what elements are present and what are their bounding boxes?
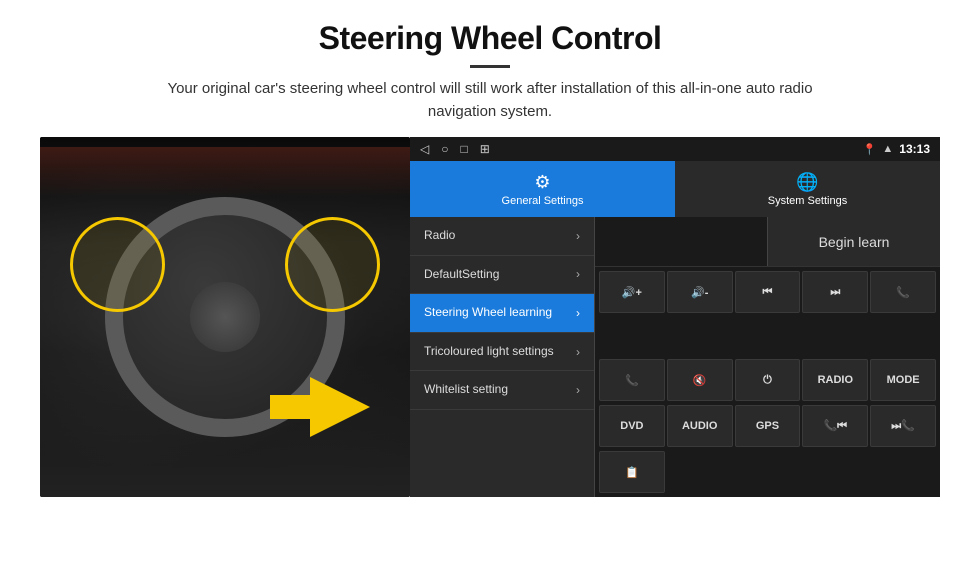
vol-down-icon: 🔊- [691, 286, 708, 299]
arrow-head [310, 377, 370, 437]
mode-button[interactable]: MODE [870, 359, 936, 401]
call-button[interactable]: 📞 [599, 359, 665, 401]
chevron-icon: › [576, 383, 580, 397]
power-button[interactable]: ⏻ [735, 359, 801, 401]
power-icon: ⏻ [763, 374, 772, 387]
menu-item-radio[interactable]: Radio › [410, 217, 594, 256]
recents-nav-icon[interactable]: □ [460, 142, 467, 156]
steering-wheel-hub [190, 282, 260, 352]
skipforward-phone-icon: ⏭📞 [891, 419, 915, 433]
vol-up-button[interactable]: 🔊+ [599, 271, 665, 313]
page-subtitle: Your original car's steering wheel contr… [150, 78, 830, 123]
menu-item-steering-wheel[interactable]: Steering Wheel learning › [410, 294, 594, 333]
phone-skipback-icon: 📞⏮ [823, 419, 847, 433]
dvd-label: DVD [620, 420, 643, 432]
gps-button[interactable]: GPS [735, 405, 801, 447]
car-image [40, 137, 410, 497]
menu-item-whitelist[interactable]: Whitelist setting › [410, 371, 594, 410]
tab-system-settings[interactable]: 🌐 System Settings [675, 161, 940, 217]
menu-item-whitelist-label: Whitelist setting [424, 382, 508, 398]
vol-up-icon: 🔊+ [622, 286, 642, 299]
android-ui: ◁ ○ □ ⊞ 📍 ▲ 13:13 ⚙ General Settings [410, 137, 940, 497]
general-settings-icon: ⚙ [534, 172, 550, 193]
skipforward-phone-button[interactable]: ⏭📞 [870, 405, 936, 447]
page-title: Steering Wheel Control [40, 20, 940, 57]
buttons-grid-row1: 🔊+ 🔊- ⏮ ⏭ 📞 [595, 267, 940, 359]
call-icon: 📞 [625, 374, 639, 387]
radio-button[interactable]: RADIO [802, 359, 868, 401]
title-divider [470, 65, 510, 68]
content-area: ◁ ○ □ ⊞ 📍 ▲ 13:13 ⚙ General Settings [40, 137, 940, 497]
system-settings-icon: 🌐 [796, 172, 818, 193]
list-button[interactable]: 📋 [599, 451, 665, 493]
chevron-icon: › [576, 306, 580, 320]
chevron-icon: › [576, 345, 580, 359]
menu-nav-icon[interactable]: ⊞ [480, 142, 490, 156]
mode-label: MODE [887, 374, 920, 386]
menu-item-tricoloured-label: Tricoloured light settings [424, 344, 554, 360]
highlight-circle-right [285, 217, 380, 312]
location-icon: 📍 [863, 143, 877, 156]
phone-icon: 📞 [896, 286, 910, 299]
skip-back-icon: ⏮ [763, 286, 773, 299]
signal-icon: ▲ [882, 143, 893, 155]
controls-top-row: Begin learn [595, 217, 940, 267]
status-time: 13:13 [899, 142, 930, 156]
gps-label: GPS [756, 420, 779, 432]
main-content: Radio › DefaultSetting › Steering Wheel … [410, 217, 940, 497]
general-settings-label: General Settings [502, 195, 584, 207]
title-section: Steering Wheel Control Your original car… [40, 20, 940, 123]
radio-label: RADIO [818, 374, 853, 386]
audio-button[interactable]: AUDIO [667, 405, 733, 447]
arrow-pointer [270, 377, 370, 437]
status-bar: ◁ ○ □ ⊞ 📍 ▲ 13:13 [410, 137, 940, 161]
system-settings-label: System Settings [768, 195, 847, 207]
phone-button[interactable]: 📞 [870, 271, 936, 313]
steering-wheel [40, 137, 410, 497]
chevron-icon: › [576, 267, 580, 281]
audio-label: AUDIO [682, 420, 717, 432]
menu-item-tricoloured[interactable]: Tricoloured light settings › [410, 333, 594, 372]
begin-learn-button[interactable]: Begin learn [767, 217, 940, 266]
arrow-tail [270, 395, 310, 419]
skip-forward-button[interactable]: ⏭ [802, 271, 868, 313]
mute-icon: 🔇 [693, 374, 707, 387]
menu-item-defaultsetting-label: DefaultSetting [424, 267, 499, 283]
controls-panel: Begin learn 🔊+ 🔊- ⏮ [595, 217, 940, 497]
menu-item-radio-label: Radio [424, 228, 455, 244]
skip-forward-icon: ⏭ [830, 286, 840, 299]
vol-down-button[interactable]: 🔊- [667, 271, 733, 313]
dvd-button[interactable]: DVD [599, 405, 665, 447]
back-nav-icon[interactable]: ◁ [420, 142, 429, 156]
skip-back-button[interactable]: ⏮ [735, 271, 801, 313]
page-container: Steering Wheel Control Your original car… [0, 0, 980, 507]
empty-area [595, 217, 767, 266]
buttons-grid-row2: 📞 🔇 ⏻ RADIO MODE [595, 359, 940, 405]
highlight-circle-left [70, 217, 165, 312]
list-icon: 📋 [625, 466, 639, 479]
home-nav-icon[interactable]: ○ [441, 142, 448, 156]
chevron-icon: › [576, 229, 580, 243]
status-left: ◁ ○ □ ⊞ [420, 142, 490, 156]
buttons-grid-row3: DVD AUDIO GPS 📞⏮ ⏭📞 [595, 405, 940, 451]
buttons-grid-row4: 📋 [595, 451, 940, 497]
menu-item-steering-label: Steering Wheel learning [424, 305, 552, 321]
mute-button[interactable]: 🔇 [667, 359, 733, 401]
menu-list: Radio › DefaultSetting › Steering Wheel … [410, 217, 595, 497]
phone-skipback-button[interactable]: 📞⏮ [802, 405, 868, 447]
menu-item-defaultsetting[interactable]: DefaultSetting › [410, 256, 594, 295]
status-right: 📍 ▲ 13:13 [863, 142, 930, 156]
settings-tabs: ⚙ General Settings 🌐 System Settings [410, 161, 940, 217]
tab-general-settings[interactable]: ⚙ General Settings [410, 161, 675, 217]
